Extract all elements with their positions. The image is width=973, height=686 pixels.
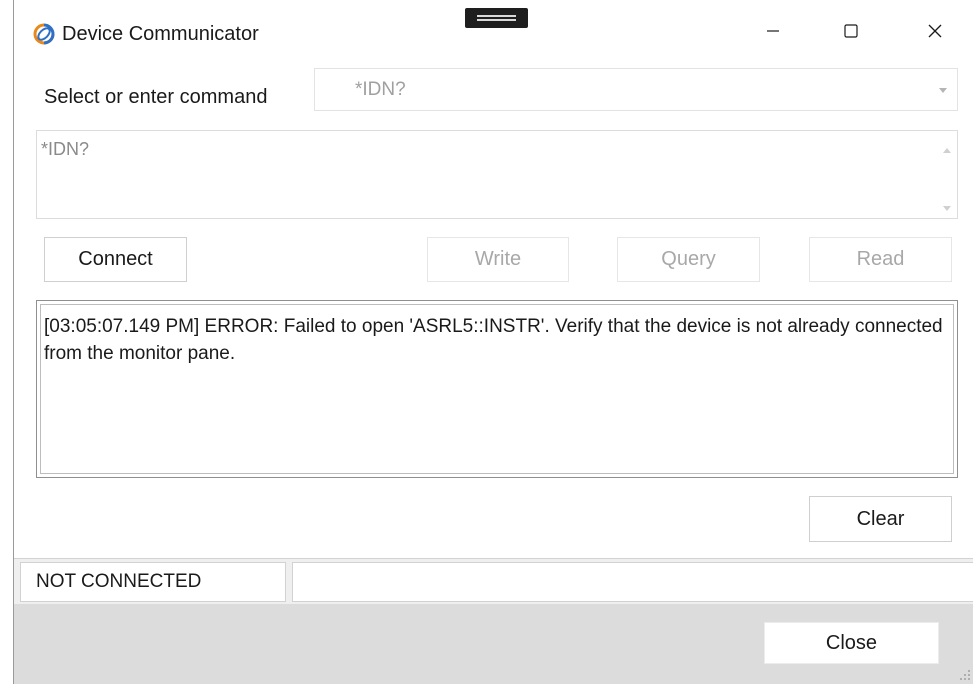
command-combobox-value: *IDN?: [355, 79, 406, 100]
command-combobox[interactable]: *IDN?: [314, 68, 958, 111]
close-button[interactable]: Close: [764, 622, 939, 664]
footer-panel: Close: [14, 604, 973, 684]
connection-status: NOT CONNECTED: [20, 562, 286, 602]
log-entry: [03:05:07.149 PM] ERROR: Failed to open …: [40, 304, 954, 474]
app-logo-icon: [32, 22, 56, 46]
minimize-button[interactable]: [750, 17, 796, 49]
resize-grip-icon[interactable]: [957, 667, 971, 681]
command-label: Select or enter command: [44, 86, 268, 108]
title-bar[interactable]: Device Communicator: [14, 0, 973, 66]
maximize-button[interactable]: [828, 17, 874, 49]
connect-button[interactable]: Connect: [44, 237, 187, 282]
close-window-button[interactable]: [912, 17, 958, 49]
drag-handle[interactable]: [465, 8, 528, 28]
clear-button[interactable]: Clear: [809, 496, 952, 542]
status-bar: NOT CONNECTED: [14, 558, 973, 604]
scroll-up-icon[interactable]: [942, 141, 952, 153]
chevron-down-icon[interactable]: [937, 83, 949, 95]
close-icon: [927, 23, 943, 44]
maximize-icon: [844, 23, 858, 43]
minimize-icon: [766, 24, 780, 43]
command-text-area[interactable]: *IDN?: [36, 130, 958, 219]
log-output[interactable]: [03:05:07.149 PM] ERROR: Failed to open …: [36, 300, 958, 478]
command-text-value: *IDN?: [41, 139, 90, 159]
read-button[interactable]: Read: [809, 237, 952, 282]
window-title: Device Communicator: [62, 23, 259, 45]
write-button[interactable]: Write: [427, 237, 569, 282]
status-detail: [292, 562, 973, 602]
device-communicator-window: Device Communicator Select or enter comm…: [13, 0, 973, 684]
query-button[interactable]: Query: [617, 237, 760, 282]
scroll-down-icon[interactable]: [942, 200, 952, 211]
